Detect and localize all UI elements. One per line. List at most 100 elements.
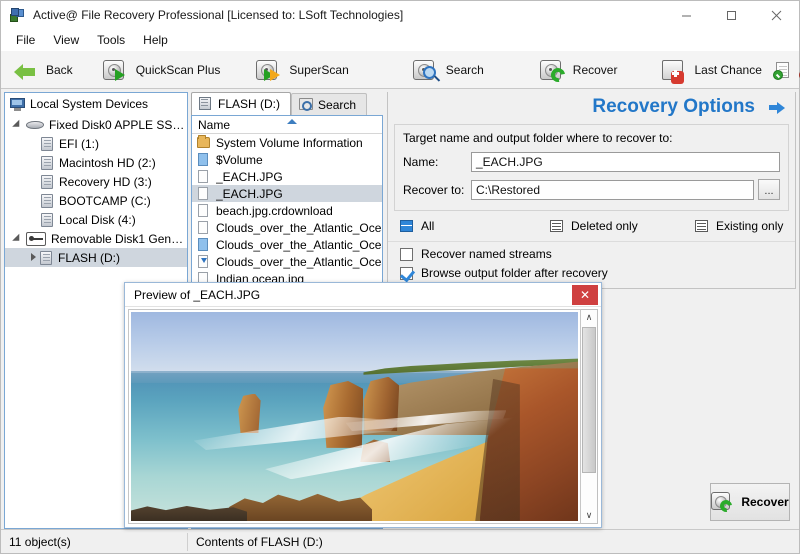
table-row[interactable]: _EACH.JPG xyxy=(192,168,382,185)
tree-root[interactable]: Local System Devices xyxy=(5,93,187,115)
file-filter-group: All Deleted only Existing only xyxy=(388,211,795,242)
filter-label: Deleted only xyxy=(571,219,638,233)
toolbar-button-recover[interactable]: Recover xyxy=(534,52,626,88)
disk-superscan-icon xyxy=(256,57,282,83)
disk-search-icon xyxy=(413,57,439,83)
arrow-right-icon[interactable] xyxy=(769,100,785,114)
name-label: Name: xyxy=(403,155,471,169)
menu-item-file[interactable]: File xyxy=(7,31,44,49)
toolbar-button-back[interactable]: Back xyxy=(7,52,81,88)
disk-quickscan-icon xyxy=(103,57,129,83)
title-bar: Active@ File Recovery Professional [Lice… xyxy=(1,1,799,29)
recover-to-row: Recover to: C:\Restored ... xyxy=(403,179,780,200)
search-tab-icon xyxy=(299,98,313,112)
volume-icon xyxy=(41,175,54,189)
tree-node-local-disk[interactable]: Local Disk (4:) xyxy=(5,210,187,229)
toolbar-button-last-chance[interactable]: Last Chance xyxy=(655,52,769,88)
volume-icon xyxy=(40,251,53,265)
file-name: Clouds_over_the_Atlantic_Ocean.jpg xyxy=(216,238,382,252)
preview-close-button[interactable]: ✕ xyxy=(572,285,598,305)
column-header-name[interactable]: Name xyxy=(192,116,382,134)
recover-button[interactable]: Recover xyxy=(710,483,790,521)
disk-recover-icon xyxy=(711,491,735,513)
tree-root-label: Local System Devices xyxy=(30,97,148,111)
expander-icon[interactable] xyxy=(13,118,26,131)
table-row[interactable]: System Volume Information xyxy=(192,134,382,151)
name-row: Name: _EACH.JPG xyxy=(403,152,780,172)
tab-label: Search xyxy=(318,98,356,112)
volume-icon xyxy=(41,213,54,227)
volume-icon xyxy=(41,156,54,170)
menu-item-help[interactable]: Help xyxy=(134,31,177,49)
close-button[interactable] xyxy=(754,1,799,29)
file-download-icon xyxy=(197,254,211,269)
name-input[interactable]: _EACH.JPG xyxy=(471,152,780,172)
tree-node-flash-d[interactable]: FLASH (D:) xyxy=(5,248,187,267)
expander-icon[interactable] xyxy=(27,251,40,264)
file-deleted-icon xyxy=(197,186,211,201)
show-existing-files-icon[interactable] xyxy=(772,59,794,81)
scrollbar-thumb[interactable] xyxy=(582,327,596,473)
tree-node-label: Removable Disk1 Generic Flas... xyxy=(51,232,187,246)
scroll-down-icon[interactable]: ∨ xyxy=(581,508,597,523)
filter-all[interactable]: All xyxy=(400,219,550,233)
recovery-options-header: Recovery Options xyxy=(388,92,795,124)
table-row[interactable]: Clouds_over_the_Atlantic_Ocean.jpg.crdo xyxy=(192,253,382,270)
expander-icon[interactable] xyxy=(13,232,26,245)
tab-search[interactable]: Search xyxy=(291,93,367,115)
checkbox-recover-named-streams[interactable]: Recover named streams xyxy=(388,242,795,261)
computer-icon xyxy=(10,98,25,111)
minimize-button[interactable] xyxy=(664,1,709,29)
maximize-button[interactable] xyxy=(709,1,754,29)
table-row[interactable]: Clouds_over_the_Atlantic_Ocean.jpg xyxy=(192,236,382,253)
scrollbar-track[interactable] xyxy=(581,325,597,508)
tab-label: FLASH (D:) xyxy=(218,97,280,111)
preview-canvas xyxy=(128,309,581,524)
tree-node-bootcamp[interactable]: BOOTCAMP (C:) xyxy=(5,191,187,210)
tree-node-recovery-hd[interactable]: Recovery HD (3:) xyxy=(5,172,187,191)
tree-node-label: BOOTCAMP (C:) xyxy=(59,194,151,208)
table-row[interactable]: $Volume xyxy=(192,151,382,168)
file-name: _EACH.JPG xyxy=(216,187,283,201)
tree-node-removable-disk1[interactable]: Removable Disk1 Generic Flas... xyxy=(5,229,187,248)
tab-flash-d[interactable]: FLASH (D:) xyxy=(191,92,291,115)
file-existing-icon xyxy=(197,237,211,252)
table-row[interactable]: _EACH.JPG xyxy=(192,185,382,202)
toolbar-label-quickscan-plus: QuickScan Plus xyxy=(136,63,221,77)
toolbar-button-superscan[interactable]: SuperScan xyxy=(250,52,356,88)
tree-node-efi[interactable]: EFI (1:) xyxy=(5,134,187,153)
preview-vertical-scrollbar[interactable]: ∧ ∨ xyxy=(581,309,598,524)
file-name: $Volume xyxy=(216,153,263,167)
checkbox-box[interactable] xyxy=(400,267,413,280)
toolbar-label-back: Back xyxy=(46,63,73,77)
tree-node-label: Fixed Disk0 APPLE SSD SM05... xyxy=(49,118,187,132)
filter-existing-only[interactable]: Existing only xyxy=(695,219,783,233)
filter-deleted-only[interactable]: Deleted only xyxy=(550,219,695,233)
recover-to-label: Recover to: xyxy=(403,183,471,197)
tree-node-label: EFI (1:) xyxy=(59,137,99,151)
window-title: Active@ File Recovery Professional [Lice… xyxy=(33,8,403,22)
toolbar-right-group: × xyxy=(770,57,800,82)
sort-ascending-icon xyxy=(287,119,297,124)
checkbox-box[interactable] xyxy=(400,248,413,261)
toolbar-button-quickscan-plus[interactable]: QuickScan Plus xyxy=(97,52,229,88)
toolbar-label-last-chance: Last Chance xyxy=(694,63,761,77)
target-group: Target name and output folder where to r… xyxy=(394,124,789,211)
preview-title: Preview of _EACH.JPG xyxy=(134,288,260,302)
table-row[interactable]: Clouds_over_the_Atlantic_Ocean.jpg xyxy=(192,219,382,236)
recover-to-input[interactable]: C:\Restored xyxy=(471,180,754,200)
browse-folder-button[interactable]: ... xyxy=(758,179,780,200)
volume-icon xyxy=(41,137,54,151)
tree-node-fixed-disk0[interactable]: Fixed Disk0 APPLE SSD SM05... xyxy=(5,115,187,134)
table-row[interactable]: beach.jpg.crdownload xyxy=(192,202,382,219)
menu-item-tools[interactable]: Tools xyxy=(88,31,134,49)
toolbar-label-recover: Recover xyxy=(573,63,618,77)
toolbar-label-search: Search xyxy=(446,63,484,77)
toolbar-label-superscan: SuperScan xyxy=(289,63,348,77)
tree-node-macintosh-hd[interactable]: Macintosh HD (2:) xyxy=(5,153,187,172)
toolbar-button-search[interactable]: Search xyxy=(407,52,492,88)
scroll-up-icon[interactable]: ∧ xyxy=(581,310,597,325)
tree-node-label: Recovery HD (3:) xyxy=(59,175,152,189)
menu-item-view[interactable]: View xyxy=(44,31,88,49)
main-toolbar: Back QuickScan Plus SuperScan Search Re xyxy=(1,51,799,89)
